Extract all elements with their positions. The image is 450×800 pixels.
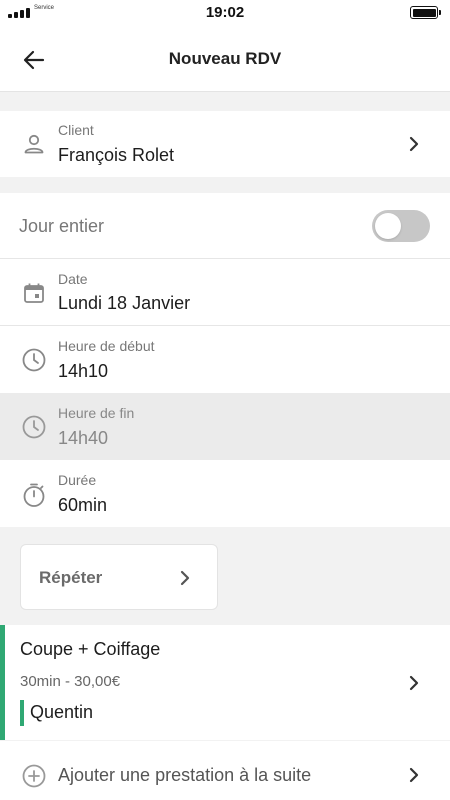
status-bar: Service 19:02 — [0, 0, 450, 26]
staff-name: Quentin — [30, 702, 94, 722]
service-item[interactable]: Coupe + Coiffage 30min - 30,00€ Quentin — [0, 625, 450, 740]
duration-row[interactable]: Durée 60min — [0, 460, 450, 527]
add-service-row[interactable]: Ajouter une prestation à la suite — [0, 741, 450, 800]
chevron-right-icon — [406, 136, 422, 152]
duration-value: 60min — [58, 495, 108, 515]
start-time-value: 14h10 — [58, 361, 109, 381]
plus-circle-icon — [21, 763, 47, 789]
all-day-label: Jour entier — [19, 216, 105, 236]
top-bar: Nouveau RDV — [0, 26, 450, 92]
end-time-value: 14h40 — [58, 428, 109, 448]
chevron-right-icon — [177, 570, 193, 586]
date-label: Date — [58, 271, 88, 287]
chevron-right-icon — [406, 675, 422, 691]
start-time-row[interactable]: Heure de début 14h10 — [0, 326, 450, 393]
repeat-button[interactable]: Répéter — [20, 544, 218, 610]
client-label: Client — [58, 122, 94, 138]
end-time-label: Heure de fin — [58, 405, 135, 421]
duration-label: Durée — [58, 472, 97, 488]
date-value: Lundi 18 Janvier — [58, 293, 191, 313]
calendar-icon — [20, 279, 48, 307]
all-day-toggle[interactable] — [372, 210, 430, 242]
stopwatch-icon — [20, 481, 48, 509]
client-name: François Rolet — [58, 145, 175, 165]
staff-color-bar — [20, 700, 24, 726]
page-title: Nouveau RDV — [168, 49, 282, 68]
clock-icon — [20, 346, 48, 374]
person-icon — [20, 130, 48, 158]
service-details: 30min - 30,00€ — [20, 673, 121, 690]
status-time: 19:02 — [205, 4, 245, 21]
clock-icon — [20, 413, 48, 441]
end-time-row: Heure de fin 14h40 — [0, 393, 450, 460]
client-row[interactable]: Client François Rolet — [0, 111, 450, 177]
repeat-label: Répéter — [39, 568, 103, 587]
service-name: Coupe + Coiffage — [20, 639, 161, 659]
service-accent-bar — [0, 625, 5, 740]
battery-icon — [410, 6, 441, 19]
date-row[interactable]: Date Lundi 18 Janvier — [0, 259, 450, 325]
chevron-right-icon — [406, 767, 422, 783]
all-day-row: Jour entier — [0, 193, 450, 258]
toggle-knob — [375, 213, 401, 239]
add-service-label: Ajouter une prestation à la suite — [58, 765, 312, 785]
start-time-label: Heure de début — [58, 338, 155, 354]
